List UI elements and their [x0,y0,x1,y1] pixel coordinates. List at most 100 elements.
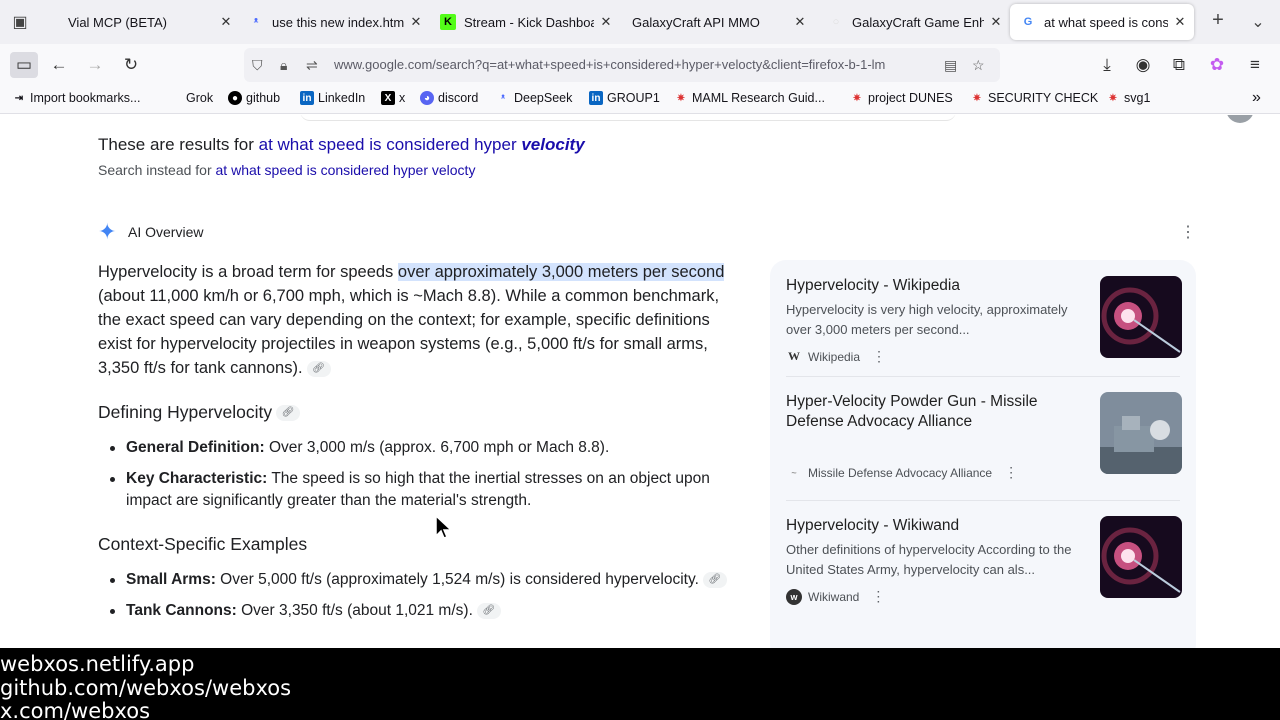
bookmark-svg1[interactable]: ✷ svg1 [1106,91,1151,105]
bookmark-x[interactable]: Xx [381,91,405,105]
avatar[interactable] [1226,115,1254,123]
bookmark-star-icon: ✷ [676,92,686,104]
bookmark-star-icon: ✷ [972,92,982,104]
google-icon: G [1023,16,1033,28]
blank-page-icon: ○ [832,16,840,28]
sidebar-toggle-icon[interactable]: ▭ [10,52,38,78]
original-query-link[interactable]: at what speed is considered hyper veloct… [216,162,476,178]
tab-strip: ▣ Vial MCP (BETA) ✕ ᵜ use this new index… [0,0,1280,44]
close-icon[interactable]: ✕ [792,14,808,30]
reload-icon[interactable]: ↻ [118,53,144,77]
bookmark-discord[interactable]: ◕ discord [420,91,478,105]
bookmark-security-check[interactable]: ✷ SECURITY CHECK [970,91,1098,105]
tab-galaxycraft-api[interactable]: GalaxyCraft API MMO ✕ [632,4,808,40]
overlay-line: webxos.netlify.app [0,652,195,676]
close-icon[interactable]: ✕ [988,14,1004,30]
overlay-line: x.com/webxos [0,699,151,720]
list-item: Key Characteristic: The speed is so high… [108,468,728,512]
source-card-wikipedia[interactable]: Hypervelocity - Wikipedia Hypervelocity … [770,260,1196,372]
sparkle-icon: ✦ [98,219,117,244]
chevron-down-icon[interactable]: ⌄ [1248,12,1268,32]
bookmark-star-icon: ✷ [1108,92,1118,104]
tab-kick[interactable]: K Stream - Kick Dashboar ✕ [440,4,614,40]
powder-gun-thumbnail[interactable] [1100,392,1182,474]
extensions-icon[interactable]: ⧉ [1166,53,1192,77]
hypervelocity-thumbnail[interactable] [1100,276,1182,358]
bookmark-deepseek[interactable]: ᵜ DeepSeek [496,91,572,105]
permissions-icon[interactable]: ⇌ [306,57,318,74]
tab-google-search[interactable]: G at what speed is consid ✕ [1010,4,1194,40]
highlighted-answer: over approximately 3,000 meters per seco… [397,263,725,281]
bookmark-maml[interactable]: ✷ MAML Research Guid... [674,91,825,105]
link-icon[interactable]: 🔗︎ [276,405,301,422]
overlay-line: github.com/webxos/webxos [0,676,292,700]
wikiwand-icon: w [786,588,802,605]
nav-bar: ▭ ← → ↻ ⛉ 🔒︎ ⇌ www.google.com/search?q=a… [0,44,1280,86]
x-icon: X [381,91,395,105]
tab-vial-mcp[interactable]: Vial MCP (BETA) ✕ [44,4,234,40]
bookmarks-bar: ⇥ Import bookmarks... Grok ● github in Link… [0,86,1280,114]
linkedin-icon: in [300,91,314,105]
hypervelocity-thumbnail[interactable] [1100,516,1182,598]
close-icon[interactable]: ✕ [408,14,424,30]
corrected-query-link[interactable]: at what speed is considered hyper veloci… [259,135,585,154]
account-icon[interactable]: ◉ [1130,53,1156,77]
bookmark-group1[interactable]: in GROUP1 [589,91,660,105]
color-extension-icon[interactable]: ✿ [1204,53,1230,77]
discord-icon: ◕ [420,91,434,105]
chevron-right-icon[interactable]: » [1252,89,1261,107]
lock-icon[interactable]: 🔒︎ [280,57,287,74]
source-card-mdaa[interactable]: Hyper-Velocity Powder Gun - Missile Defe… [770,376,1196,488]
deepseek-icon: ᵜ [500,92,506,104]
url-text[interactable]: www.google.com/search?q=at+what+speed+is… [334,57,934,72]
spelling-correction: These are results for at what speed is c… [98,135,585,154]
examples-list: Small Arms: Over 5,000 ft/s (approximate… [108,569,728,631]
defining-list: General Definition: Over 3,000 m/s (appr… [108,437,728,521]
download-icon[interactable]: ⤓ [1094,53,1120,77]
deepseek-icon: ᵜ [253,16,259,28]
ai-overview-text: Hypervelocity is a broad term for speeds… [98,263,725,377]
url-bar[interactable]: ⛉ 🔒︎ ⇌ www.google.com/search?q=at+what+s… [244,48,1000,82]
close-icon[interactable]: ✕ [1172,14,1188,30]
bookmark-star-icon[interactable]: ☆ [972,57,985,74]
tab-galaxycraft-game[interactable]: ○ GalaxyCraft Game Enh ✕ [828,4,1004,40]
link-icon[interactable]: 🔗︎ [702,571,727,588]
back-icon[interactable]: ← [46,53,72,77]
source-card-wikiwand[interactable]: Hypervelocity - Wikiwand Other definitio… [770,500,1196,612]
search-box-edge[interactable] [300,115,956,121]
mdaa-icon: ~ [791,467,797,478]
kick-icon: K [440,14,456,30]
watermark-overlay: webxos.netlify.app github.com/webxos/web… [0,648,1280,720]
close-icon[interactable]: ✕ [218,14,234,30]
more-options-icon[interactable]: ⋮ [872,348,886,365]
reader-view-icon[interactable]: ▤ [944,57,957,74]
more-options-icon[interactable]: ⋮ [871,588,885,605]
mouse-cursor-icon [435,514,453,539]
close-icon[interactable]: ✕ [598,14,614,30]
menu-icon[interactable]: ≡ [1242,53,1268,77]
bookmark-linkedin[interactable]: in LinkedIn [300,91,365,105]
tab-deepseek[interactable]: ᵜ use this new index.htm ✕ [248,4,424,40]
more-options-icon[interactable]: ⋮ [1004,464,1018,481]
link-icon[interactable]: 🔗︎ [476,602,501,619]
bookmark-star-icon: ✷ [852,92,862,104]
bookmark-project-dunes[interactable]: ✷ project DUNES [850,91,953,105]
link-icon[interactable]: 🔗︎ [306,360,331,377]
linkedin-icon: in [589,91,603,105]
bookmark-grok[interactable]: Grok [186,91,213,105]
new-tab-icon[interactable]: + [1208,9,1228,32]
more-options-icon[interactable]: ⋮ [1180,222,1196,242]
sources-panel: Hypervelocity - Wikipedia Hypervelocity … [770,260,1196,648]
github-icon: ● [228,91,242,105]
wikipedia-icon: W [788,349,800,363]
forward-icon[interactable]: → [82,53,108,77]
bookmark-github[interactable]: ● github [228,91,280,105]
shield-icon[interactable]: ⛉ [252,57,263,74]
bookmark-import[interactable]: ⇥ Import bookmarks... [12,91,141,105]
search-instead: Search instead for at what speed is cons… [98,162,476,178]
vial-icon [44,14,60,30]
import-icon: ⇥ [14,92,24,104]
section-heading-examples: Context-Specific Examples [98,534,308,554]
search-results-page: These are results for at what speed is c… [0,115,1280,648]
tab-list-icon[interactable]: ▣ [10,12,30,32]
